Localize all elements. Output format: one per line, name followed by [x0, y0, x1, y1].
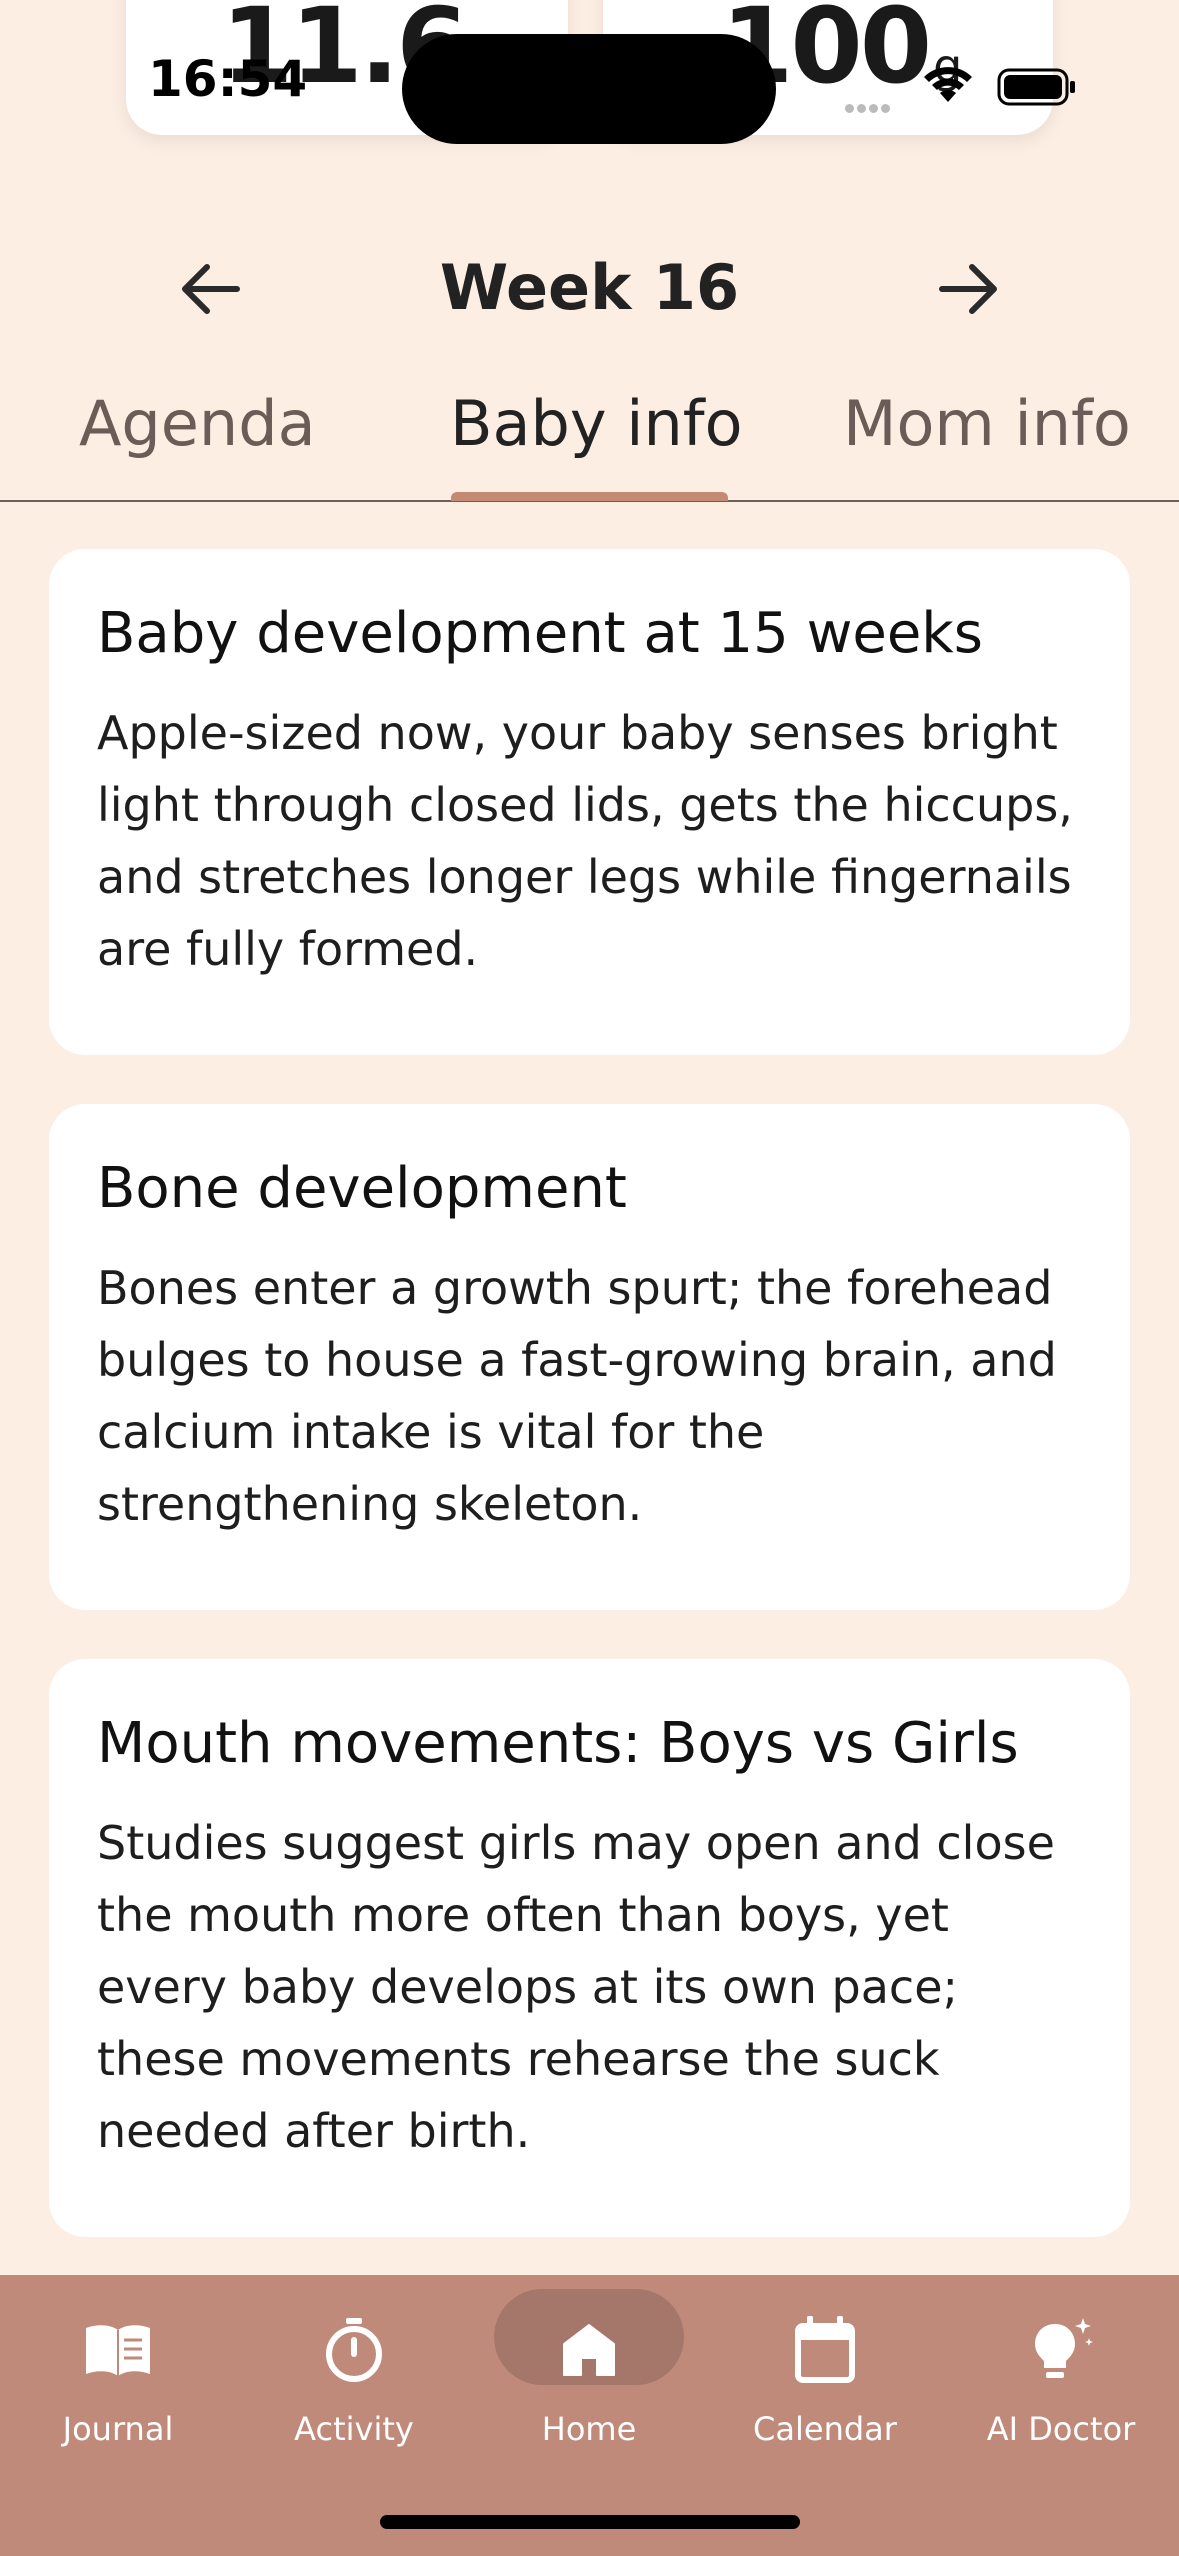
- week-navigator: Week 16: [0, 240, 1179, 330]
- active-tab-indicator: [451, 492, 728, 501]
- status-time: 16:54: [148, 50, 308, 108]
- info-card-bone-development: Bone development Bones enter a growth sp…: [49, 1104, 1130, 1610]
- book-icon: [86, 2325, 150, 2376]
- card-title: Bone development: [97, 1156, 627, 1221]
- card-title: Baby development at 15 weeks: [97, 601, 983, 666]
- nav-label: Calendar: [753, 2410, 897, 2448]
- next-week-button[interactable]: [935, 254, 1005, 324]
- tab-baby-info[interactable]: Baby info: [450, 384, 743, 465]
- card-body: Apple-sized now, your baby senses bright…: [97, 706, 1073, 976]
- nav-activity[interactable]: Activity: [236, 2305, 472, 2455]
- nav-label: Home: [541, 2410, 637, 2448]
- info-card-mouth-movements: Mouth movements: Boys vs Girls Studies s…: [49, 1659, 1130, 2237]
- home-icon: [563, 2324, 615, 2376]
- status-icons: [845, 62, 1085, 113]
- tab-mom-info[interactable]: Mom info: [843, 384, 1131, 465]
- tab-agenda[interactable]: Agenda: [79, 384, 316, 465]
- nav-calendar[interactable]: Calendar: [707, 2305, 943, 2455]
- card-title: Mouth movements: Boys vs Girls: [97, 1711, 1019, 1776]
- cellular-signal-icon: [845, 98, 893, 117]
- nav-journal[interactable]: Journal: [0, 2305, 236, 2455]
- info-tabs: Agenda Baby info Mom info: [0, 380, 1179, 502]
- stopwatch-icon: [326, 2318, 382, 2382]
- dynamic-island: [402, 34, 776, 144]
- home-icon-overlay: [471, 2305, 707, 2395]
- calendar-icon: [795, 2316, 855, 2383]
- home-indicator-bar[interactable]: [380, 2515, 800, 2529]
- arrow-right-icon: [939, 264, 997, 314]
- card-body: Bones enter a growth spurt; the forehead…: [97, 1261, 1057, 1531]
- wifi-icon: [924, 67, 972, 102]
- info-card-baby-development: Baby development at 15 weeks Apple-sized…: [49, 549, 1130, 1055]
- battery-icon: [997, 68, 1075, 106]
- nav-label: Journal: [62, 2410, 174, 2448]
- card-body: Studies suggest girls may open and close…: [97, 1816, 1055, 2158]
- nav-label: AI Doctor: [986, 2410, 1136, 2448]
- nav-label: Activity: [294, 2410, 414, 2448]
- nav-ai-doctor[interactable]: AI Doctor: [943, 2305, 1179, 2455]
- lightbulb-sparkle-icon: [1035, 2318, 1093, 2378]
